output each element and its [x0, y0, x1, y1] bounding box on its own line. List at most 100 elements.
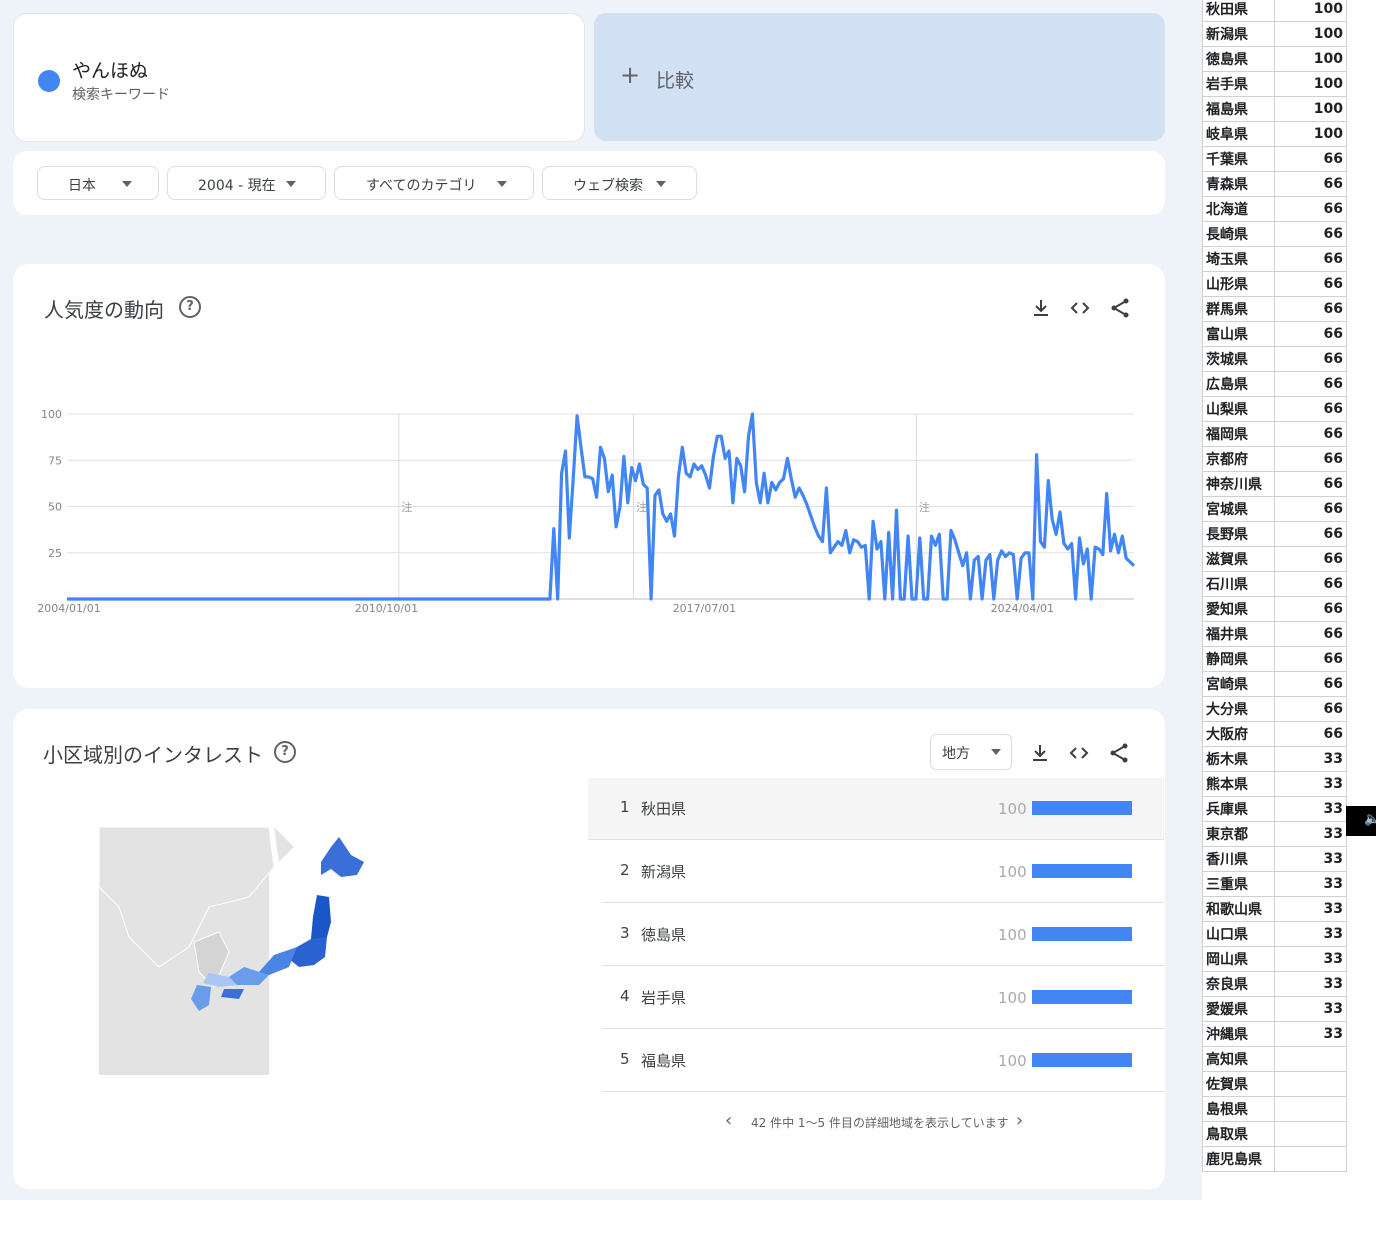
- prefecture-value: 66: [1274, 646, 1347, 672]
- prefecture-value: 66: [1274, 246, 1347, 272]
- prefecture-name: 三重県: [1202, 871, 1275, 897]
- prefecture-name: 石川県: [1202, 571, 1275, 597]
- rank-value: 100: [998, 989, 1027, 1007]
- prefecture-name: 和歌山県: [1202, 896, 1275, 922]
- prefecture-row: 千葉県 66: [1202, 146, 1347, 172]
- prefecture-name: 山梨県: [1202, 396, 1275, 422]
- share-icon[interactable]: [1107, 741, 1131, 765]
- ranking-row[interactable]: 4 岩手県 100: [602, 967, 1164, 1029]
- prefecture-row: 福井県 66: [1202, 621, 1347, 647]
- prefecture-row: 大阪府 66: [1202, 721, 1347, 747]
- embed-code-icon[interactable]: [1067, 741, 1091, 765]
- rank-region-name: 福島県: [641, 1052, 687, 1070]
- prefecture-value: 66: [1274, 171, 1347, 197]
- prefecture-row: 大分県 66: [1202, 696, 1347, 722]
- download-icon[interactable]: [1028, 741, 1052, 765]
- prefecture-value: 66: [1274, 671, 1347, 697]
- prefecture-value: 100: [1274, 46, 1347, 72]
- prefecture-name: 徳島県: [1202, 46, 1275, 72]
- prefecture-name: 沖縄県: [1202, 1021, 1275, 1047]
- prefecture-name: 秋田県: [1202, 0, 1275, 22]
- prefecture-name: 栃木県: [1202, 746, 1275, 772]
- prefecture-name: 北海道: [1202, 196, 1275, 222]
- note-marker[interactable]: 注: [919, 500, 930, 514]
- prefecture-value: 66: [1274, 571, 1347, 597]
- rank-value: 100: [998, 800, 1027, 818]
- pager-next-icon[interactable]: ›: [1016, 1110, 1023, 1131]
- ranking-row[interactable]: 2 新潟県 100: [602, 841, 1164, 903]
- prefecture-row: 東京都 33: [1202, 821, 1347, 847]
- prefecture-value: 66: [1274, 446, 1347, 472]
- speaker-icon: 🔈: [1364, 812, 1376, 827]
- note-marker[interactable]: 注: [636, 500, 647, 514]
- ranking-row[interactable]: 1 秋田県 100: [588, 778, 1164, 840]
- rank-number: 5: [620, 1050, 630, 1068]
- prefecture-name: 高知県: [1202, 1046, 1275, 1072]
- prefecture-row: 沖縄県 33: [1202, 1021, 1347, 1047]
- rank-value-bar: [1032, 1053, 1132, 1067]
- ranking-row[interactable]: 3 徳島県 100: [602, 904, 1164, 966]
- prefecture-value: 100: [1274, 96, 1347, 122]
- rank-value-bar: [1032, 864, 1132, 878]
- prefecture-row: 福島県 100: [1202, 96, 1347, 122]
- prefecture-row: 京都府 66: [1202, 446, 1347, 472]
- prefecture-value: [1274, 1096, 1347, 1122]
- prefecture-row: 富山県 66: [1202, 321, 1347, 347]
- prefecture-name: 富山県: [1202, 321, 1275, 347]
- prefecture-name: 山口県: [1202, 921, 1275, 947]
- prefecture-value: 66: [1274, 396, 1347, 422]
- prefecture-value: 33: [1274, 846, 1347, 872]
- rank-number: 3: [620, 924, 630, 942]
- prefecture-name: 宮城県: [1202, 496, 1275, 522]
- japan-map[interactable]: [99, 827, 409, 1075]
- prefecture-row: 神奈川県 66: [1202, 471, 1347, 497]
- prefecture-row: 鹿児島県: [1202, 1146, 1347, 1172]
- rank-value-bar: [1032, 801, 1132, 815]
- prefecture-name: 新潟県: [1202, 21, 1275, 47]
- prefecture-row: 三重県 33: [1202, 871, 1347, 897]
- prefecture-name: 香川県: [1202, 846, 1275, 872]
- resolution-label: 地方: [942, 746, 970, 762]
- regions-title: 小区域別のインタレスト: [43, 743, 263, 767]
- resolution-select[interactable]: 地方: [930, 734, 1012, 770]
- rank-value: 100: [998, 863, 1027, 881]
- prefecture-value: 66: [1274, 196, 1347, 222]
- prefecture-row: 埼玉県 66: [1202, 246, 1347, 272]
- prefecture-name: 島根県: [1202, 1096, 1275, 1122]
- prefecture-name: 埼玉県: [1202, 246, 1275, 272]
- prefecture-value: 100: [1274, 71, 1347, 97]
- rank-number: 1: [620, 798, 630, 816]
- prefecture-row: 宮城県 66: [1202, 496, 1347, 522]
- prefecture-row: 石川県 66: [1202, 571, 1347, 597]
- prefecture-row: 岐阜県 100: [1202, 121, 1347, 147]
- interest-by-subregion-card: 小区域別のインタレスト ? 地方 1 秋田県 100 2 新潟県 100 3 徳…: [13, 709, 1165, 1189]
- prefecture-name: 奈良県: [1202, 971, 1275, 997]
- y-tick-label: 75: [48, 454, 62, 467]
- prefecture-name: 愛媛県: [1202, 996, 1275, 1022]
- media-overlay-widget[interactable]: 🔈: [1346, 806, 1376, 836]
- prefecture-value: [1274, 1046, 1347, 1072]
- pager-prev-icon[interactable]: ‹: [725, 1110, 732, 1131]
- help-icon[interactable]: ?: [274, 741, 296, 763]
- prefecture-row: 和歌山県 33: [1202, 896, 1347, 922]
- prefecture-name: 岡山県: [1202, 946, 1275, 972]
- prefecture-table: 秋田県 100 新潟県 100 徳島県 100 岩手県 100 福島県 100 岐阜県 100 千葉県 6…: [1202, 0, 1347, 1172]
- prefecture-value: 66: [1274, 471, 1347, 497]
- rank-number: 4: [620, 987, 630, 1005]
- prefecture-name: 茨城県: [1202, 346, 1275, 372]
- prefecture-value: 100: [1274, 21, 1347, 47]
- prefecture-value: 33: [1274, 821, 1347, 847]
- prefecture-name: 長崎県: [1202, 221, 1275, 247]
- pager-text: 42 件中 1〜5 件目の詳細地域を表示しています: [751, 1116, 1009, 1130]
- prefecture-value: [1274, 1121, 1347, 1147]
- prefecture-name: 大分県: [1202, 696, 1275, 722]
- ranking-row[interactable]: 5 福島県 100: [602, 1030, 1164, 1092]
- prefecture-value: 66: [1274, 321, 1347, 347]
- prefecture-value: 66: [1274, 421, 1347, 447]
- prefecture-row: 群馬県 66: [1202, 296, 1347, 322]
- rank-value-bar: [1032, 990, 1132, 1004]
- prefecture-name: 福岡県: [1202, 421, 1275, 447]
- prefecture-value: 66: [1274, 621, 1347, 647]
- note-marker[interactable]: 注: [401, 500, 412, 514]
- rank-value-bar: [1032, 927, 1132, 941]
